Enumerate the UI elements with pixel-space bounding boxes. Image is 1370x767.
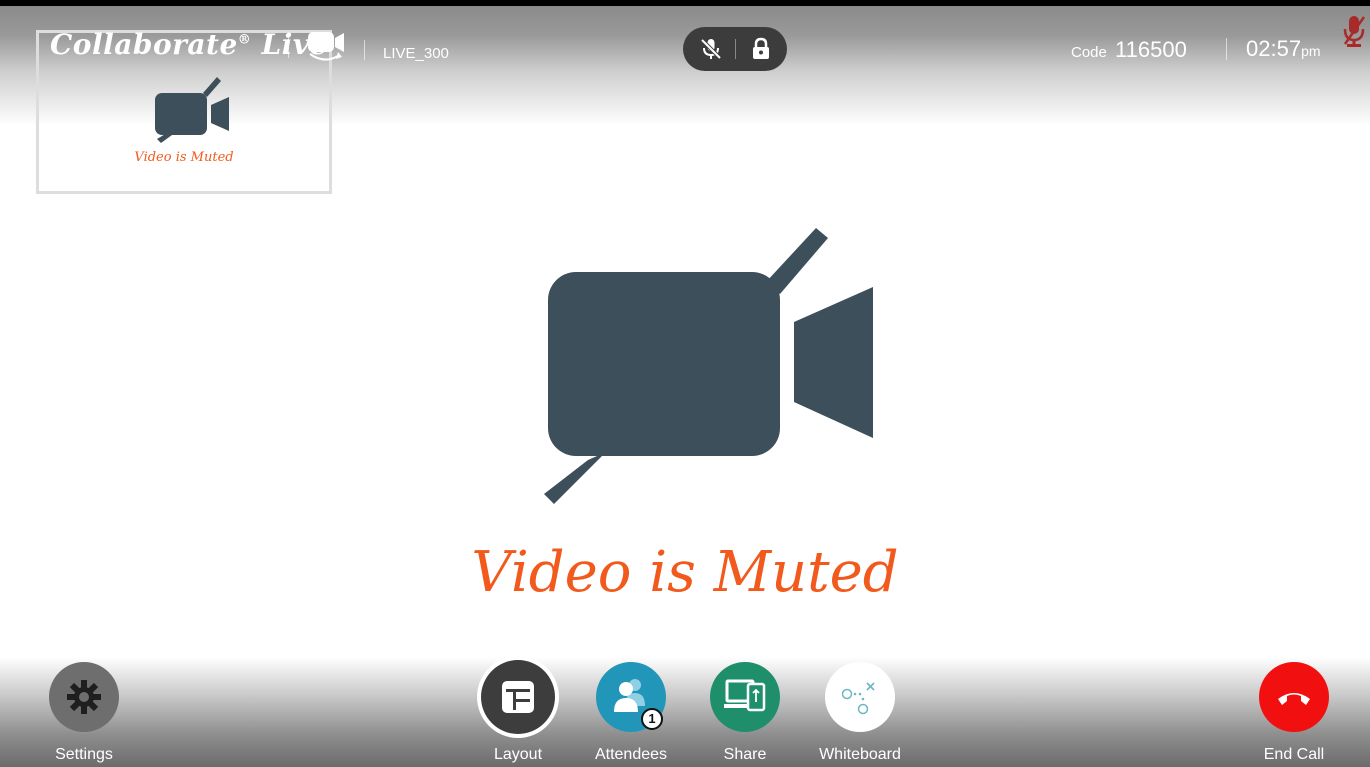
divider	[288, 34, 289, 58]
main-video-muted-label: Video is Muted	[471, 540, 899, 605]
attendees-count-badge: 1	[641, 708, 663, 730]
share-screen-icon	[724, 679, 766, 712]
clock: 02:57pm	[1246, 36, 1321, 62]
video-muted-icon	[155, 77, 229, 143]
attendees-button[interactable]: 1 Attendees	[582, 658, 680, 767]
layout-button[interactable]: Layout	[470, 658, 566, 767]
attendees-label: Attendees	[594, 746, 668, 763]
app-logo: Collaborate® Live	[50, 28, 328, 61]
layout-circle	[481, 660, 555, 734]
bottom-toolbar	[0, 657, 1370, 767]
clock-ampm: pm	[1301, 43, 1321, 59]
attendees-circle: 1	[596, 662, 666, 732]
settings-label: Settings	[55, 746, 113, 763]
settings-circle	[49, 662, 119, 732]
call-status-pill	[683, 27, 787, 71]
hang-up-icon	[1278, 693, 1310, 705]
clock-time: 02:57	[1246, 36, 1302, 61]
code-value: 116500	[1115, 37, 1187, 62]
end-call-circle	[1259, 662, 1329, 732]
whiteboard-circle	[825, 662, 895, 732]
camera-switch-icon[interactable]	[304, 30, 350, 64]
room-name: LIVE_300	[383, 45, 449, 62]
end-call-button[interactable]: End Call	[1240, 658, 1348, 767]
app-name: Collaborate	[50, 28, 238, 61]
registered-mark: ®	[237, 32, 252, 48]
share-label: Share	[723, 746, 767, 763]
mic-muted-indicator-icon	[1343, 16, 1366, 47]
layout-icon	[502, 681, 534, 713]
whiteboard-icon	[841, 682, 875, 715]
gear-icon	[67, 680, 101, 714]
code-label: Code	[1071, 44, 1107, 61]
pill-divider	[735, 39, 736, 59]
end-call-label: End Call	[1263, 746, 1325, 763]
divider	[1226, 38, 1227, 60]
layout-label: Layout	[493, 746, 543, 763]
self-view-muted-label: Video is Muted	[134, 150, 234, 165]
divider	[364, 40, 365, 60]
lock-icon[interactable]	[749, 37, 773, 61]
meeting-code: Code 116500	[1071, 37, 1187, 63]
share-button[interactable]: Share	[697, 658, 793, 767]
mic-muted-icon[interactable]	[699, 37, 723, 61]
settings-button[interactable]: Settings	[30, 658, 138, 767]
whiteboard-label: Whiteboard	[819, 746, 901, 763]
video-muted-icon	[544, 228, 873, 504]
share-circle	[710, 662, 780, 732]
whiteboard-button[interactable]: Whiteboard	[806, 658, 914, 767]
